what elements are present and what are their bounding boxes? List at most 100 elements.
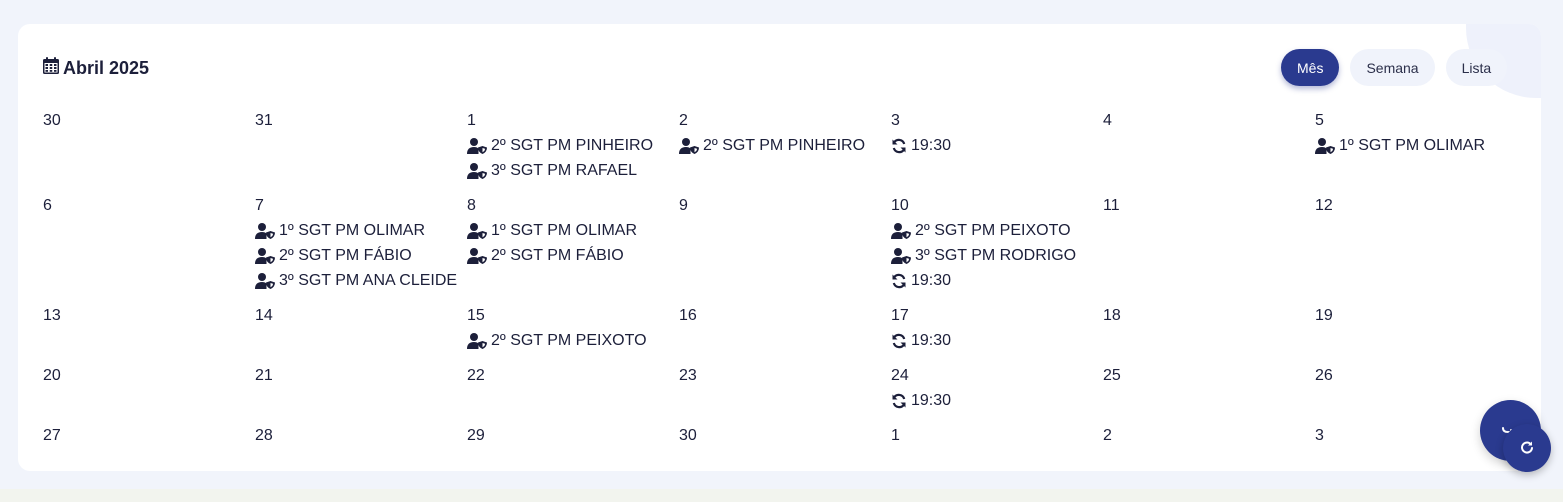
day-number[interactable]: 9: [679, 193, 891, 218]
day-number[interactable]: 6: [43, 193, 255, 218]
day-cell[interactable]: 21: [255, 363, 467, 388]
day-cell[interactable]: 26: [1315, 363, 1527, 388]
day-cell[interactable]: 11: [1103, 193, 1315, 218]
day-cell[interactable]: 2 2º SGT PM PINHEIRO: [679, 108, 891, 158]
sync-icon: [891, 138, 907, 154]
day-number[interactable]: 22: [467, 363, 679, 388]
user-shield-icon: [467, 247, 487, 264]
day-cell[interactable]: 3 19:30: [891, 108, 1103, 158]
calendar-event[interactable]: 3º SGT PM RODRIGO: [891, 243, 1103, 268]
event-label: 2º SGT PM FÁBIO: [279, 247, 412, 264]
day-cell[interactable]: 4: [1103, 108, 1315, 133]
day-cell[interactable]: 12: [1315, 193, 1527, 218]
day-cell[interactable]: 2: [1103, 423, 1315, 448]
event-label: 3º SGT PM RAFAEL: [491, 162, 638, 179]
user-shield-icon: [467, 137, 487, 154]
day-cell[interactable]: 14: [255, 303, 467, 328]
day-cell[interactable]: 31: [255, 108, 467, 133]
day-number[interactable]: 23: [679, 363, 891, 388]
day-cell[interactable]: 20: [43, 363, 255, 388]
day-number[interactable]: 24: [891, 363, 1103, 388]
calendar-event[interactable]: 3º SGT PM RAFAEL: [467, 158, 679, 183]
calendar-event[interactable]: 19:30: [891, 133, 1103, 158]
day-number[interactable]: 14: [255, 303, 467, 328]
day-cell[interactable]: 28: [255, 423, 467, 448]
event-label: 19:30: [911, 272, 952, 289]
event-label: 3º SGT PM ANA CLEIDE: [279, 272, 458, 289]
day-number[interactable]: 1: [891, 423, 1103, 448]
event-label: 2º SGT PM PEIXOTO: [491, 332, 647, 349]
day-cell[interactable]: 22: [467, 363, 679, 388]
day-number[interactable]: 2: [1103, 423, 1315, 448]
day-cell[interactable]: 7 1º SGT PM OLIMAR 2º SGT PM FÁBIO 3º SGT P…: [255, 193, 467, 293]
refresh-icon: [1520, 438, 1534, 459]
day-cell[interactable]: 27: [43, 423, 255, 448]
day-cell[interactable]: 18: [1103, 303, 1315, 328]
day-cell[interactable]: 5 1º SGT PM OLIMAR: [1315, 108, 1527, 158]
day-cell[interactable]: 1 2º SGT PM PINHEIRO 3º SGT PM RAFAEL: [467, 108, 679, 183]
calendar-event[interactable]: 19:30: [891, 328, 1103, 353]
day-number[interactable]: 30: [43, 108, 255, 133]
calendar-event[interactable]: 2º SGT PM PEIXOTO: [467, 328, 679, 353]
day-number[interactable]: 12: [1315, 193, 1527, 218]
refresh-fab-button[interactable]: [1503, 424, 1551, 472]
calendar-event[interactable]: 19:30: [891, 268, 1103, 293]
day-number[interactable]: 31: [255, 108, 467, 133]
day-cell[interactable]: 13: [43, 303, 255, 328]
calendar-event[interactable]: 19:30: [891, 388, 1103, 413]
user-shield-icon: [255, 247, 275, 264]
day-number[interactable]: 21: [255, 363, 467, 388]
calendar-event[interactable]: 1º SGT PM OLIMAR: [255, 218, 467, 243]
day-cell[interactable]: 16: [679, 303, 891, 328]
day-cell[interactable]: 6: [43, 193, 255, 218]
day-cell[interactable]: 30: [679, 423, 891, 448]
day-number[interactable]: 18: [1103, 303, 1315, 328]
day-cell[interactable]: 17 19:30: [891, 303, 1103, 353]
event-label: 2º SGT PM PINHEIRO: [703, 137, 866, 154]
calendar-event[interactable]: 1º SGT PM OLIMAR: [467, 218, 679, 243]
event-label: 2º SGT PM PINHEIRO: [491, 137, 654, 154]
calendar-event[interactable]: 1º SGT PM OLIMAR: [1315, 133, 1527, 158]
day-number[interactable]: 16: [679, 303, 891, 328]
calendar-event[interactable]: 2º SGT PM FÁBIO: [467, 243, 679, 268]
calendar-event[interactable]: 2º SGT PM PINHEIRO: [679, 133, 891, 158]
day-number[interactable]: 27: [43, 423, 255, 448]
day-number[interactable]: 4: [1103, 108, 1315, 133]
day-number[interactable]: 15: [467, 303, 679, 328]
day-number[interactable]: 30: [679, 423, 891, 448]
day-cell[interactable]: 15 2º SGT PM PEIXOTO: [467, 303, 679, 353]
day-number[interactable]: 1: [467, 108, 679, 133]
day-number[interactable]: 5: [1315, 108, 1527, 133]
day-cell[interactable]: 10 2º SGT PM PEIXOTO 3º SGT PM RODRIGO 19:3…: [891, 193, 1103, 293]
day-cell[interactable]: 24 19:30: [891, 363, 1103, 413]
day-number[interactable]: 19: [1315, 303, 1527, 328]
day-cell[interactable]: 30: [43, 108, 255, 133]
calendar-event[interactable]: 3º SGT PM ANA CLEIDE: [255, 268, 467, 293]
day-number[interactable]: 25: [1103, 363, 1315, 388]
day-cell[interactable]: 8 1º SGT PM OLIMAR 2º SGT PM FÁBIO: [467, 193, 679, 268]
day-number[interactable]: 26: [1315, 363, 1527, 388]
day-cell[interactable]: 29: [467, 423, 679, 448]
day-cell[interactable]: 23: [679, 363, 891, 388]
day-number[interactable]: 13: [43, 303, 255, 328]
event-label: 1º SGT PM OLIMAR: [491, 222, 638, 239]
day-number[interactable]: 8: [467, 193, 679, 218]
user-shield-icon: [891, 222, 911, 239]
day-number[interactable]: 7: [255, 193, 467, 218]
calendar-event[interactable]: 2º SGT PM PINHEIRO: [467, 133, 679, 158]
calendar-event[interactable]: 2º SGT PM PEIXOTO: [891, 218, 1103, 243]
day-number[interactable]: 20: [43, 363, 255, 388]
day-cell[interactable]: 19: [1315, 303, 1527, 328]
day-number[interactable]: 10: [891, 193, 1103, 218]
day-number[interactable]: 11: [1103, 193, 1315, 218]
calendar-event[interactable]: 2º SGT PM FÁBIO: [255, 243, 467, 268]
day-cell[interactable]: 1: [891, 423, 1103, 448]
day-number[interactable]: 28: [255, 423, 467, 448]
day-number[interactable]: 29: [467, 423, 679, 448]
day-cell[interactable]: 25: [1103, 363, 1315, 388]
day-cell[interactable]: 9: [679, 193, 891, 218]
user-shield-icon: [1315, 137, 1335, 154]
day-number[interactable]: 17: [891, 303, 1103, 328]
day-number[interactable]: 3: [891, 108, 1103, 133]
day-number[interactable]: 2: [679, 108, 891, 133]
